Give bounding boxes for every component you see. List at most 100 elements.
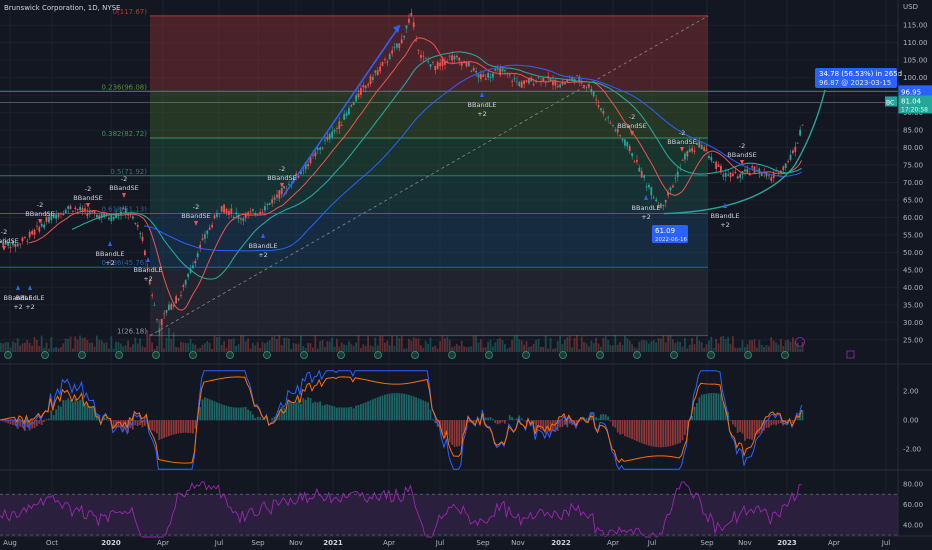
split-icon[interactable] [795, 337, 805, 347]
volume-bar [60, 347, 62, 352]
volume-bar [64, 338, 67, 352]
earnings-icon[interactable] [522, 351, 530, 359]
volume-bar [799, 348, 801, 352]
earnings-icon[interactable] [300, 351, 308, 359]
earnings-icon[interactable] [337, 351, 345, 359]
macd-histogram-bar [165, 420, 168, 437]
macd-histogram-bar [386, 394, 389, 421]
volume-bar [396, 336, 398, 352]
volume-bar [19, 345, 21, 352]
macd-histogram-bar [19, 420, 21, 427]
earnings-icon[interactable] [41, 351, 49, 359]
volume-bar [348, 341, 350, 352]
volume-bar [410, 340, 413, 352]
earnings-icon[interactable] [781, 351, 789, 359]
earnings-icon[interactable] [485, 351, 493, 359]
candle-body [480, 73, 482, 80]
signal-tag: +2 [13, 303, 23, 311]
macd-histogram-bar [247, 409, 249, 421]
macd-histogram-bar [511, 417, 513, 421]
volume-bar [672, 339, 674, 352]
earnings-icon[interactable] [596, 351, 604, 359]
earnings-icon[interactable] [152, 351, 160, 359]
earnings-icon[interactable] [411, 351, 419, 359]
candle-body [180, 295, 182, 296]
volume-bar [163, 348, 165, 352]
candle-body [801, 124, 804, 126]
volume-bar [465, 346, 468, 352]
volume-bar [662, 335, 665, 352]
last-price-tag-teal[interactable]: BC 81.0417:20:58 [885, 95, 932, 114]
candle-body [379, 66, 381, 72]
earnings-icon[interactable] [374, 351, 382, 359]
earnings-icon[interactable] [78, 351, 86, 359]
earnings-icon[interactable] [707, 351, 715, 359]
macd-histogram-bar [520, 418, 523, 421]
fib-level-label: 0.5(71.92) [110, 168, 147, 176]
earnings-icon[interactable] [226, 351, 234, 359]
macd-histogram-bar [424, 401, 427, 421]
candle-body [19, 243, 21, 245]
candle-body [787, 161, 789, 162]
macd-histogram-bar [664, 420, 667, 447]
macd-histogram-bar [36, 420, 38, 427]
macd-histogram-bar [240, 407, 242, 421]
candle-body [482, 74, 485, 78]
volume-bar [331, 337, 333, 352]
earnings-icon[interactable] [4, 351, 12, 359]
volume-bar [261, 341, 264, 352]
volume-bar [427, 343, 429, 352]
earnings-icon[interactable] [189, 351, 197, 359]
earnings-icon[interactable] [559, 351, 567, 359]
signal-tag: +2 [258, 251, 268, 259]
volume-bar [184, 342, 187, 352]
symbol-title[interactable]: Brunswick Corporation, 1D, NYSE [4, 4, 120, 12]
chart-canvas[interactable]: 0(117.67)0.236(96.08)0.382(82.72)0.5(71.… [0, 0, 932, 550]
macd-histogram-bar [616, 420, 619, 433]
volume-bar [576, 335, 578, 352]
candle-body [475, 70, 477, 73]
candle-body [590, 89, 593, 93]
candle-body [439, 62, 441, 67]
time-tick-label: Jul [214, 539, 224, 547]
macd-histogram-bar [256, 416, 259, 421]
earnings-icon[interactable] [115, 351, 123, 359]
event-icon[interactable] [846, 350, 855, 359]
candle-body [669, 187, 672, 191]
candle-body [60, 213, 62, 215]
volume-bar [280, 345, 283, 352]
candle-body [496, 67, 499, 70]
volume-bar [369, 345, 372, 352]
macd-histogram-bar [218, 403, 221, 421]
signal-tag: +2 [720, 221, 730, 229]
macd-histogram-bar [50, 410, 53, 421]
volume-bar [357, 335, 360, 352]
volume-bar [321, 340, 324, 352]
candle-body [710, 156, 713, 161]
macd-histogram-bar [708, 393, 710, 421]
macd-histogram-bar [739, 420, 741, 432]
earnings-icon[interactable] [744, 351, 752, 359]
candle-body [362, 85, 365, 88]
candle-body [396, 43, 398, 48]
macd-histogram-bar [254, 417, 257, 421]
earnings-icon[interactable] [448, 351, 456, 359]
volume-bar [753, 339, 756, 352]
volume-bar [175, 346, 177, 352]
volume-bar [693, 344, 696, 352]
earnings-icon[interactable] [633, 351, 641, 359]
earnings-icon[interactable] [263, 351, 271, 359]
candle-body [122, 207, 125, 210]
candle-body [583, 84, 585, 88]
volume-bar [84, 337, 86, 352]
candle-body [600, 108, 602, 111]
macd-histogram-bar [638, 420, 641, 443]
candle-body [57, 213, 60, 218]
macd-histogram-bar [595, 417, 597, 421]
macd-histogram-bar [79, 399, 81, 421]
macd-histogram-bar [619, 420, 621, 435]
volume-bar [660, 338, 662, 352]
volume-bar [28, 342, 31, 352]
low-box-line2: 2022-06-16 [655, 237, 687, 243]
earnings-icon[interactable] [670, 351, 678, 359]
